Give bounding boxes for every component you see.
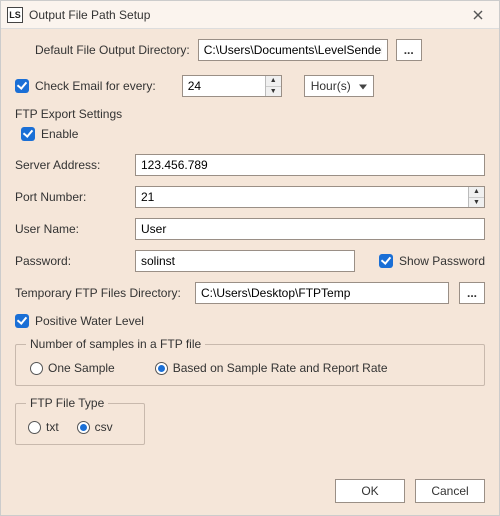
default-dir-browse-button[interactable]: ... bbox=[396, 39, 422, 61]
radio-icon bbox=[28, 421, 41, 434]
spin-down-button[interactable]: ▼ bbox=[469, 198, 484, 208]
show-password-label: Show Password bbox=[399, 254, 485, 268]
samples-legend: Number of samples in a FTP file bbox=[26, 337, 205, 351]
csv-label: csv bbox=[95, 420, 113, 434]
ftp-settings-heading: FTP Export Settings bbox=[15, 107, 485, 121]
sample-rate-radio[interactable]: Based on Sample Rate and Report Rate bbox=[155, 361, 388, 375]
server-address-input[interactable] bbox=[135, 154, 485, 176]
checkmark-icon bbox=[15, 314, 29, 328]
window-title: Output File Path Setup bbox=[29, 8, 150, 22]
spin-up-button[interactable]: ▲ bbox=[266, 76, 281, 87]
default-dir-label: Default File Output Directory: bbox=[35, 43, 190, 57]
filetype-fieldset: FTP File Type txt csv bbox=[15, 396, 145, 445]
spin-up-button[interactable]: ▲ bbox=[469, 187, 484, 198]
temp-dir-browse-button[interactable]: ... bbox=[459, 282, 485, 304]
samples-fieldset: Number of samples in a FTP file One Samp… bbox=[15, 337, 485, 386]
ok-button[interactable]: OK bbox=[335, 479, 405, 503]
check-email-unit-select[interactable]: Hour(s) bbox=[304, 75, 374, 97]
check-email-unit-value: Hour(s) bbox=[311, 79, 351, 93]
port-number-spinner[interactable]: ▲ ▼ bbox=[135, 186, 485, 208]
default-dir-input[interactable] bbox=[198, 39, 388, 61]
ftp-enable-label: Enable bbox=[41, 127, 78, 141]
temp-dir-input[interactable] bbox=[195, 282, 449, 304]
check-email-label: Check Email for every: bbox=[35, 79, 156, 93]
password-input[interactable] bbox=[135, 250, 355, 272]
positive-water-level-label: Positive Water Level bbox=[35, 314, 144, 328]
checkmark-icon bbox=[21, 127, 35, 141]
sample-rate-label: Based on Sample Rate and Report Rate bbox=[173, 361, 388, 375]
dialog-window: LS Output File Path Setup Default File O… bbox=[0, 0, 500, 516]
checkmark-icon bbox=[15, 79, 29, 93]
txt-label: txt bbox=[46, 420, 59, 434]
user-name-label: User Name: bbox=[15, 222, 125, 236]
check-email-interval-spinner[interactable]: ▲ ▼ bbox=[182, 75, 282, 97]
close-icon bbox=[473, 10, 483, 20]
user-name-input[interactable] bbox=[135, 218, 485, 240]
radio-icon bbox=[77, 421, 90, 434]
cancel-button[interactable]: Cancel bbox=[415, 479, 485, 503]
port-number-label: Port Number: bbox=[15, 190, 125, 204]
csv-radio[interactable]: csv bbox=[77, 420, 113, 434]
app-icon: LS bbox=[7, 7, 23, 23]
one-sample-label: One Sample bbox=[48, 361, 115, 375]
show-password-checkbox[interactable]: Show Password bbox=[379, 254, 485, 268]
filetype-legend: FTP File Type bbox=[26, 396, 108, 410]
server-address-label: Server Address: bbox=[15, 158, 125, 172]
titlebar: LS Output File Path Setup bbox=[1, 1, 499, 29]
positive-water-level-checkbox[interactable]: Positive Water Level bbox=[15, 314, 144, 328]
radio-icon bbox=[30, 362, 43, 375]
checkmark-icon bbox=[379, 254, 393, 268]
password-label: Password: bbox=[15, 254, 125, 268]
port-number-input[interactable] bbox=[135, 186, 485, 208]
txt-radio[interactable]: txt bbox=[28, 420, 59, 434]
temp-dir-label: Temporary FTP Files Directory: bbox=[15, 286, 185, 300]
one-sample-radio[interactable]: One Sample bbox=[30, 361, 115, 375]
spin-down-button[interactable]: ▼ bbox=[266, 87, 281, 97]
check-email-checkbox[interactable]: Check Email for every: bbox=[15, 79, 156, 93]
ftp-enable-checkbox[interactable]: Enable bbox=[21, 127, 78, 141]
radio-icon bbox=[155, 362, 168, 375]
close-button[interactable] bbox=[463, 5, 493, 25]
